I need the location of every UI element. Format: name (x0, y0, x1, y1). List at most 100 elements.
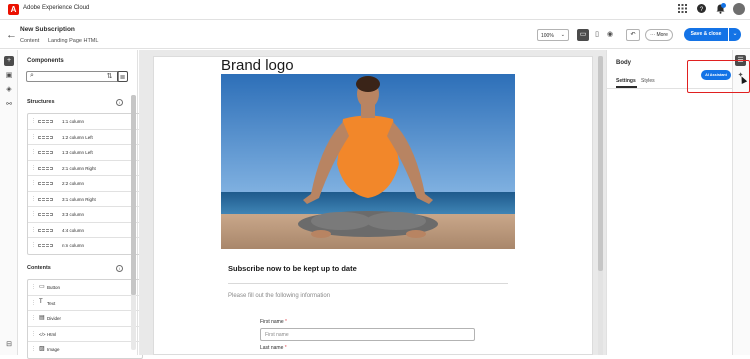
structure-item[interactable]: ⋮ 2:2 column (28, 176, 142, 192)
layers-icon[interactable]: ◈ (4, 85, 14, 95)
content-label: Image (47, 347, 60, 352)
help-icon[interactable]: ? (696, 4, 706, 14)
last-name-label-text: Last name (260, 345, 284, 351)
required-asterisk: * (285, 319, 287, 325)
undo-button[interactable]: ↶ (626, 29, 640, 41)
grid-icon[interactable] (677, 4, 687, 14)
last-name-label: Last name * (260, 345, 287, 351)
drag-handle-icon[interactable]: ⋮ (31, 196, 36, 202)
content-item-divider[interactable]: ⋮ ▤ Divider (28, 311, 142, 327)
undo-icon: ↶ (630, 32, 636, 38)
zoom-select[interactable]: 100% ⌄ (537, 29, 569, 41)
structure-label: 3:1 column Right (62, 196, 96, 202)
tab-settings[interactable]: Settings (616, 78, 636, 84)
structure-label: 1:1 column (62, 119, 85, 124)
content-label: Button (47, 285, 61, 290)
structure-item[interactable]: ⋮ 3:3 column (28, 207, 142, 223)
structure-item[interactable]: ⋮ 1:2 column Left (28, 130, 142, 145)
structures-list: ⋮ 1:1 column ⋮ 1:2 column Left ⋮ 1:3 column… (27, 113, 143, 255)
properties-panel: Body Settings Styles (606, 50, 733, 355)
content-item-text[interactable]: ⋮ T Text (28, 296, 142, 311)
column-preview-icon (38, 135, 53, 139)
adobe-logo-icon[interactable]: A (8, 4, 19, 15)
form-instructions[interactable]: Please fill out the following informatio… (228, 293, 330, 299)
components-panel: Components ⌕ ⇅ ≣ Structures i ⋮ 1:1 colum… (19, 50, 143, 359)
brand-logo-text[interactable]: Brand logo (221, 57, 294, 74)
drag-handle-icon[interactable]: ⋮ (31, 284, 36, 290)
back-arrow-icon[interactable]: ← (6, 29, 17, 41)
search-icon: ⌕ (30, 72, 34, 79)
list-view-icon[interactable]: ≣ (117, 71, 128, 82)
scrollbar-thumb[interactable] (131, 95, 136, 295)
drag-handle-icon[interactable]: ⋮ (31, 331, 36, 337)
drag-handle-icon[interactable]: ⋮ (31, 211, 36, 217)
components-scrollbar[interactable] (131, 95, 136, 350)
content-item-html[interactable]: ⋮ </> Html (28, 327, 142, 342)
canvas-scrollbar[interactable] (598, 56, 603, 355)
column-preview-icon (38, 244, 53, 247)
editor-header: ← New Subscription Content Landing Page … (0, 20, 750, 49)
drag-handle-icon[interactable]: ⋮ (31, 346, 36, 352)
zoom-value: 100% (541, 33, 554, 39)
breadcrumb-content[interactable]: Content (20, 38, 39, 44)
breadcrumb-landing-page[interactable]: Landing Page HTML (48, 38, 98, 44)
assets-icon[interactable]: ▣ (4, 71, 14, 81)
save-close-button[interactable]: Save & close (684, 28, 728, 41)
first-name-field[interactable]: First name (260, 328, 475, 341)
filter-icon[interactable]: ⇅ (104, 71, 115, 82)
chevron-down-icon: ⌄ (560, 32, 565, 38)
drag-handle-icon[interactable]: ⋮ (31, 300, 36, 306)
drag-handle-icon[interactable]: ⋮ (31, 315, 36, 321)
panel-title: Body (616, 60, 631, 66)
column-preview-icon (38, 151, 53, 154)
required-asterisk: * (284, 345, 287, 351)
more-label: More (656, 32, 668, 38)
button-icon: ▭ (39, 284, 45, 290)
right-rail (732, 50, 750, 355)
content-item-button[interactable]: ⋮ ▭ Button (28, 280, 142, 296)
drag-handle-icon[interactable]: ⋮ (31, 227, 36, 233)
subscribe-heading[interactable]: Subscribe now to be kept up to date (228, 264, 357, 273)
first-name-label-text: First name (260, 319, 284, 325)
drag-handle-icon[interactable]: ⋮ (31, 242, 36, 248)
tab-styles[interactable]: Styles (641, 78, 655, 84)
structure-label: 1:3 column Left (62, 150, 93, 155)
structure-label: 1:2 column Left (62, 134, 93, 140)
structure-item[interactable]: ⋮ 2:1 column Right (28, 161, 142, 176)
structure-item[interactable]: ⋮ 1:1 column (28, 114, 142, 130)
column-preview-icon (38, 213, 53, 216)
structure-item[interactable]: ⋮ 4:4 column (28, 223, 142, 238)
column-preview-icon (38, 182, 53, 185)
divider-icon: ▤ (39, 315, 45, 321)
column-preview-icon (38, 197, 53, 201)
contents-list: ⋮ ▭ Button ⋮ T Text ⋮ ▤ Divider ⋮ </> Html ⋮ ▨ Ima… (27, 279, 143, 359)
left-rail: + ▣ ◈ ⚯ ⊟ (0, 50, 18, 355)
link-icon[interactable]: ⚯ (4, 100, 14, 110)
structure-item[interactable]: ⋮ 3:1 column Right (28, 192, 142, 207)
drag-handle-icon[interactable]: ⋮ (31, 118, 36, 124)
info-icon[interactable]: i (116, 265, 123, 272)
content-item-image[interactable]: ⋮ ▨ Image (28, 342, 142, 358)
avatar[interactable] (733, 3, 745, 15)
scrollbar-thumb[interactable] (598, 56, 603, 271)
drag-handle-icon[interactable]: ⋮ (31, 134, 36, 140)
structure-item[interactable]: ⋮ n:n column (28, 238, 142, 254)
code-icon: </> (39, 331, 46, 337)
app-title[interactable]: Adobe Experience Cloud (23, 5, 89, 11)
more-button[interactable]: ··· More (645, 29, 673, 41)
drag-handle-icon[interactable]: ⋮ (31, 180, 36, 186)
hero-image[interactable] (221, 74, 515, 249)
structure-label: 3:3 column (62, 212, 85, 217)
image-icon: ▨ (39, 346, 45, 352)
save-options-chevron-icon[interactable]: ⌄ (729, 28, 741, 41)
info-icon[interactable]: i (116, 99, 123, 106)
drag-handle-icon[interactable]: ⋮ (31, 149, 36, 155)
add-components-icon[interactable]: + (4, 56, 14, 66)
mobile-view-icon[interactable]: ▯ (591, 29, 603, 41)
text-icon: T (39, 298, 43, 305)
desktop-view-icon[interactable]: ▭ (577, 29, 589, 41)
panel-toggle-icon[interactable]: ⊟ (4, 340, 14, 350)
preview-eye-icon[interactable]: ◉ (604, 29, 616, 41)
structure-item[interactable]: ⋮ 1:3 column Left (28, 145, 142, 161)
drag-handle-icon[interactable]: ⋮ (31, 165, 36, 171)
